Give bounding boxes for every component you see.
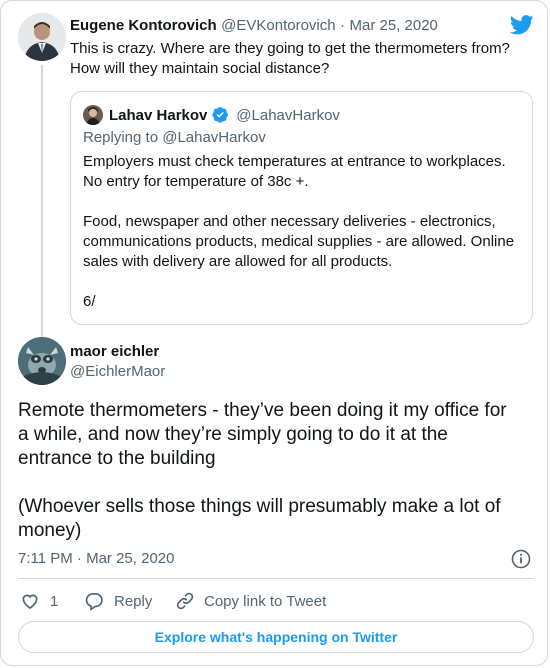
divider: [18, 578, 534, 579]
replying-to-label: Replying to @LahavHarkov: [83, 129, 266, 146]
like-action[interactable]: 1: [20, 591, 58, 611]
reply-action[interactable]: Reply: [84, 591, 152, 611]
quoted-tweet-card[interactable]: Lahav Harkov @LahavHarkov Replying to @L…: [70, 91, 533, 325]
explore-label: Explore what's happening on Twitter: [154, 629, 398, 645]
quoted-line: Food, newspaper and other necessary deli…: [83, 213, 496, 230]
quoted-tweet-header: Lahav Harkov @LahavHarkov: [109, 106, 340, 128]
info-icon[interactable]: [511, 549, 531, 569]
main-tweet-text: Remote thermometers - they’ve been doing…: [18, 400, 507, 541]
quoted-line: communications products, medical supplie…: [83, 233, 515, 250]
reply-icon: [84, 591, 104, 611]
tweet-timestamp[interactable]: 7:11 PM · Mar 25, 2020: [18, 550, 174, 567]
original-tweet-header: Eugene Kontorovich @EVKontorovich · Mar …: [70, 17, 438, 35]
quoted-author-name: Lahav Harkov: [109, 107, 208, 124]
reply-label: Reply: [114, 592, 153, 610]
like-count: 1: [50, 592, 59, 610]
explore-twitter-button[interactable]: Explore what's happening on Twitter: [18, 621, 534, 653]
main-author-name[interactable]: maor eichler: [70, 343, 159, 360]
twitter-bird-icon[interactable]: [509, 15, 534, 35]
copy-link-action[interactable]: Copy link to Tweet: [175, 591, 326, 611]
link-icon: [175, 591, 195, 611]
original-tweet-line: This is crazy. Where are they going to g…: [70, 40, 510, 57]
avatar-maor-eichler[interactable]: [18, 337, 66, 385]
copy-link-label: Copy link to Tweet: [204, 592, 327, 610]
original-tweet-text: This is crazy. Where are they going to g…: [70, 39, 530, 79]
quoted-line: sales with delivery are allowed for all …: [83, 253, 393, 270]
original-tweet-date[interactable]: Mar 25, 2020: [350, 17, 438, 34]
main-author-handle[interactable]: @EichlerMaor: [70, 363, 165, 380]
quoted-tweet-text: Employers must check temperatures at ent…: [83, 152, 523, 312]
quoted-author-handle: @LahavHarkov: [236, 107, 340, 124]
original-author-name[interactable]: Eugene Kontorovich: [70, 17, 217, 34]
original-author-handle[interactable]: @EVKontorovich: [221, 17, 335, 34]
thread-connector-line: [41, 65, 43, 338]
quoted-line: Employers must check temperatures at ent…: [83, 153, 506, 170]
heart-icon: [20, 591, 40, 611]
quoted-thread-index: 6/: [83, 293, 96, 310]
tweet-embed-card: Eugene Kontorovich @EVKontorovich · Mar …: [0, 0, 548, 666]
quoted-line: No entry for temperature of 38c +.: [83, 173, 309, 190]
avatar-eugene-kontorovich[interactable]: [18, 13, 66, 61]
original-tweet-line: How will they maintain social distance?: [70, 60, 330, 77]
verified-badge-icon: [212, 106, 229, 128]
separator-dot: ·: [340, 17, 346, 34]
avatar-lahav-harkov: [83, 105, 103, 125]
